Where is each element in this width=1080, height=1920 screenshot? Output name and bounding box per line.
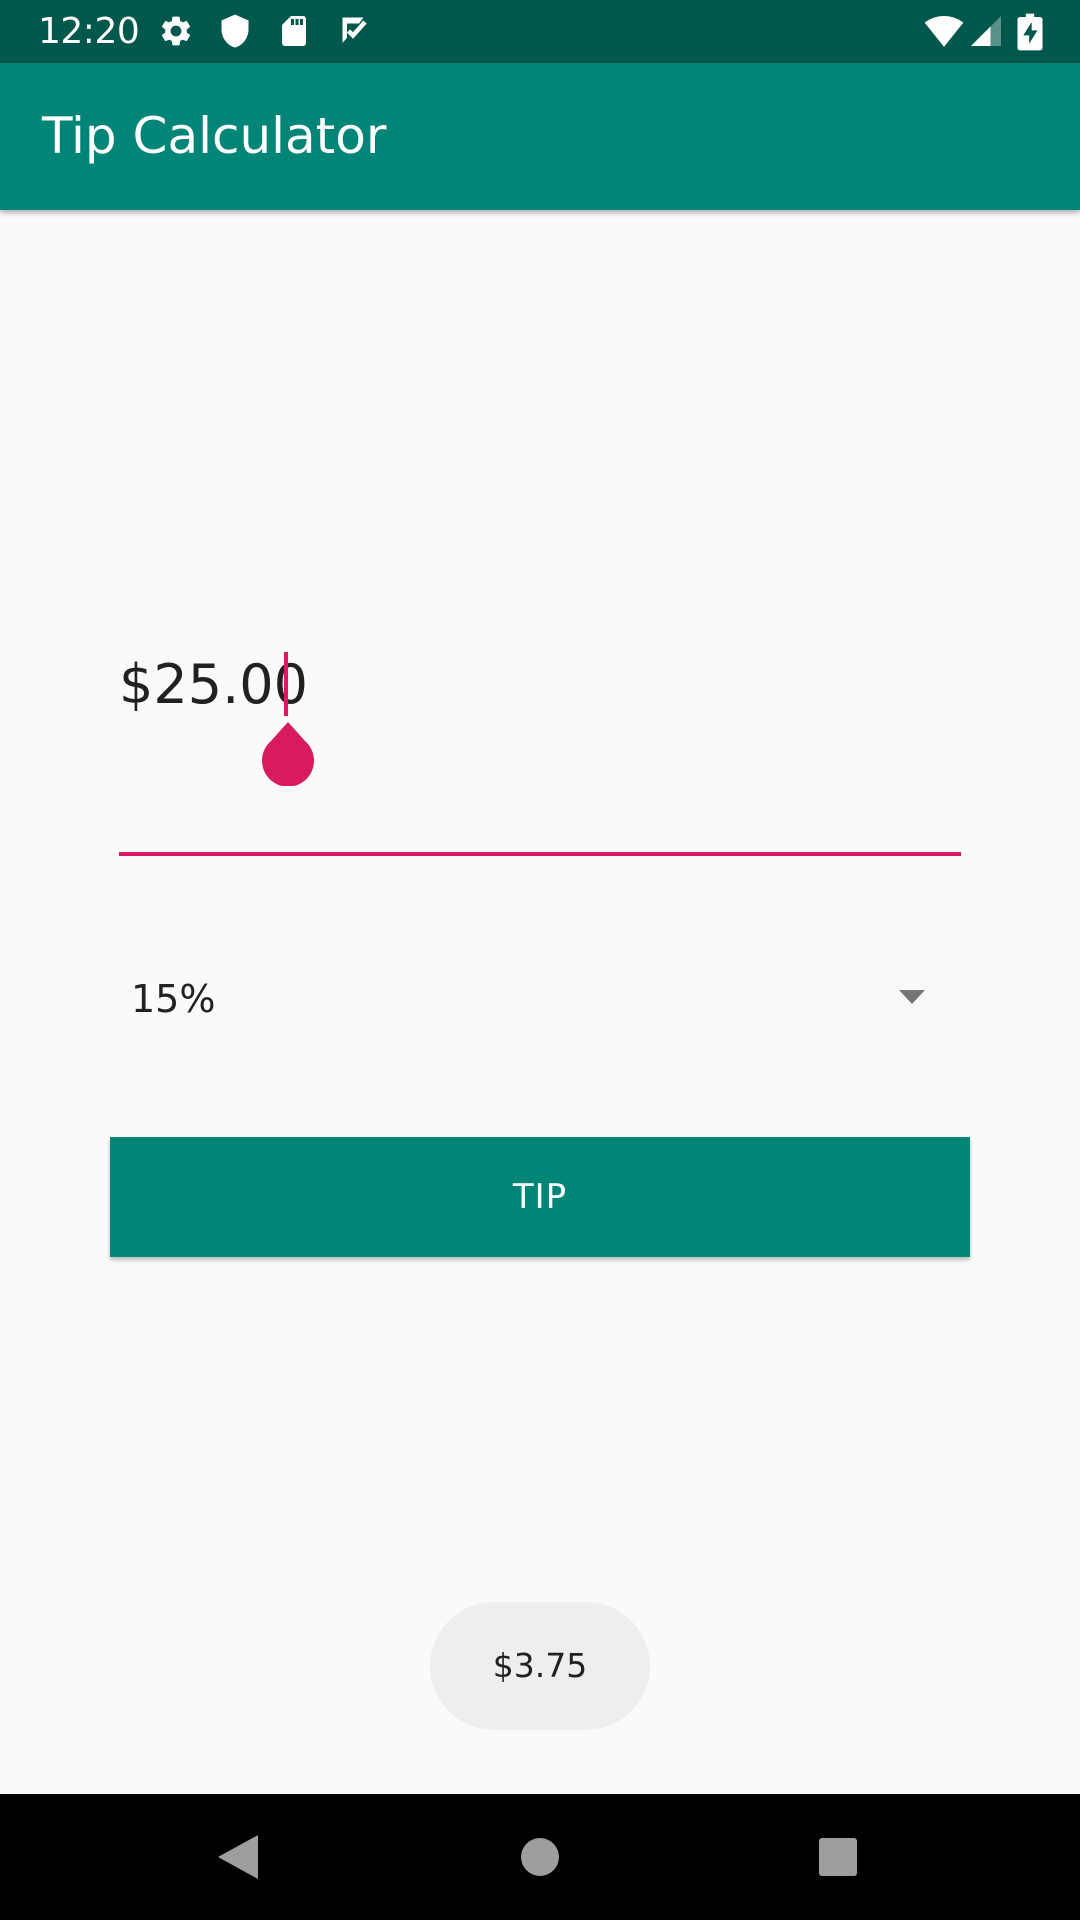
- signal-icon: [968, 13, 1004, 49]
- gear-icon: [158, 13, 194, 49]
- field-underline: [119, 852, 961, 856]
- bill-amount-value[interactable]: $25.00: [119, 658, 308, 712]
- tip-button[interactable]: TIP: [110, 1137, 970, 1257]
- back-icon[interactable]: [208, 1827, 268, 1887]
- shield-icon: [217, 13, 253, 49]
- status-bar: 12:20: [0, 0, 1080, 63]
- app-title: Tip Calculator: [42, 107, 387, 165]
- battery-charging-icon: [1015, 12, 1045, 52]
- home-icon[interactable]: [510, 1827, 570, 1887]
- tip-result-toast: $3.75: [430, 1602, 650, 1730]
- sd-card-icon: [276, 13, 312, 49]
- tip-percent-spinner[interactable]: 15%: [119, 950, 961, 1050]
- status-time: 12:20: [38, 11, 140, 52]
- recents-icon[interactable]: [808, 1827, 868, 1887]
- app-bar: Tip Calculator: [0, 63, 1080, 210]
- checkbox-icon: [335, 13, 371, 49]
- tip-percent-value: 15%: [131, 977, 216, 1021]
- text-cursor: [284, 652, 288, 716]
- navigation-bar: [0, 1794, 1080, 1920]
- cursor-handle-icon[interactable]: [260, 722, 316, 786]
- bill-amount-field[interactable]: $25.00: [119, 640, 961, 856]
- wifi-icon: [922, 11, 966, 51]
- dropdown-arrow-icon: [899, 990, 925, 1004]
